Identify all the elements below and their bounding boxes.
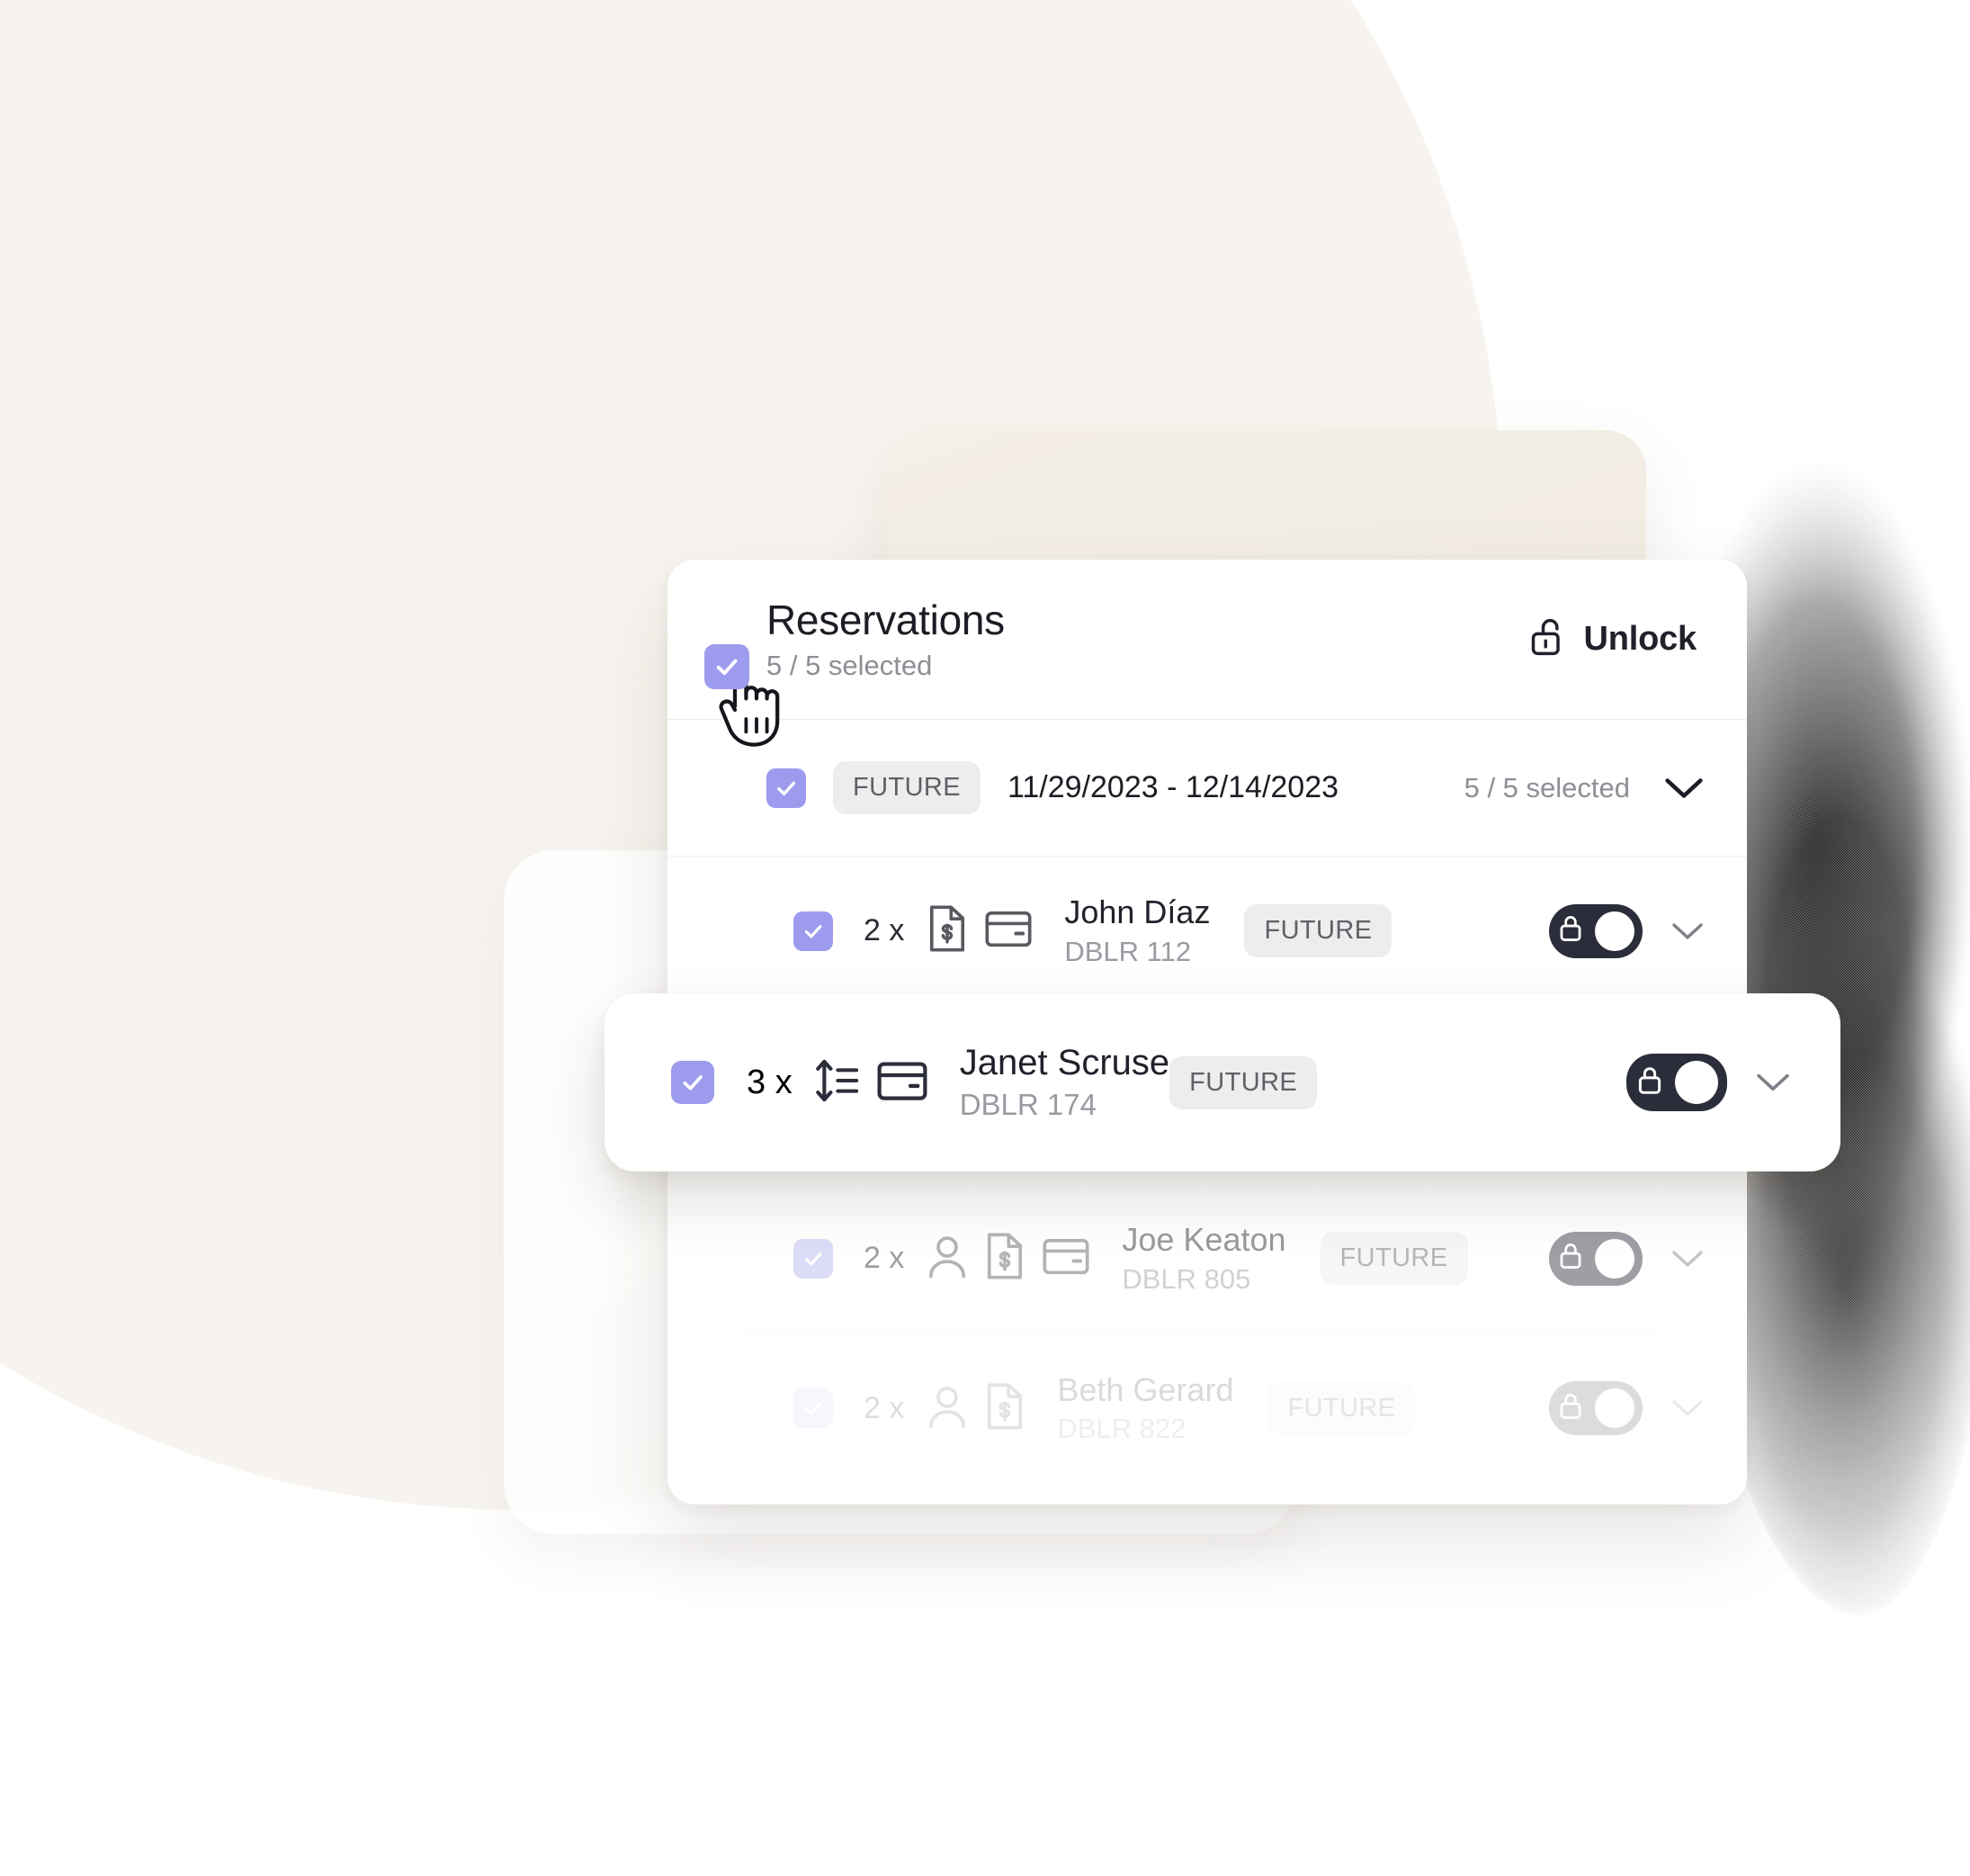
row-chevron-down-icon[interactable] bbox=[1756, 1072, 1790, 1093]
guest-block: Janet Scruse DBLR 174 bbox=[960, 1042, 1169, 1123]
group-right-block: 5 / 5 selected bbox=[1464, 772, 1704, 804]
row-status-badge: FUTURE bbox=[1267, 1381, 1416, 1435]
row-checkbox[interactable] bbox=[793, 1388, 833, 1428]
lock-closed-icon bbox=[1557, 913, 1584, 948]
group-status-badge: FUTURE bbox=[833, 761, 981, 814]
person-icon bbox=[926, 1233, 969, 1284]
unlock-button[interactable]: Unlock bbox=[1528, 615, 1697, 663]
row-chevron-down-icon[interactable] bbox=[1671, 1249, 1704, 1269]
lock-closed-icon bbox=[1557, 1391, 1584, 1426]
row-chevron-down-icon[interactable] bbox=[1671, 921, 1704, 941]
row-quantity: 2 x bbox=[864, 913, 905, 947]
row-status-badge: FUTURE bbox=[1320, 1232, 1468, 1285]
invoice-dollar-icon bbox=[926, 903, 969, 958]
guest-name: John Díaz bbox=[1064, 893, 1211, 931]
guest-name: Beth Gerard bbox=[1057, 1370, 1234, 1408]
table-row[interactable]: 2 x Beth Gerard DBLR 822 FUTURE bbox=[667, 1333, 1747, 1483]
row-quantity: 2 x bbox=[864, 1390, 905, 1425]
credit-card-icon bbox=[875, 1057, 929, 1109]
guest-room: DBLR 822 bbox=[1057, 1413, 1186, 1445]
lock-toggle[interactable] bbox=[1626, 1054, 1727, 1111]
select-all-checkbox[interactable] bbox=[704, 644, 749, 689]
group-header-row[interactable]: FUTURE 11/29/2023 - 12/14/2023 5 / 5 sel… bbox=[667, 720, 1747, 857]
lock-closed-icon bbox=[1635, 1064, 1664, 1101]
row-right-block bbox=[1549, 1381, 1704, 1435]
row-right-block bbox=[1549, 1231, 1704, 1286]
group-date-range: 11/29/2023 - 12/14/2023 bbox=[1007, 770, 1339, 804]
invoice-dollar-icon bbox=[983, 1381, 1026, 1436]
row-right-block bbox=[1626, 1054, 1790, 1111]
row-checkbox[interactable] bbox=[793, 1238, 833, 1279]
row-checkbox[interactable] bbox=[793, 911, 833, 951]
highlighted-reservation-row[interactable]: 3 x Janet Scruse DBLR 174 FUTURE bbox=[604, 993, 1840, 1171]
toggle-knob bbox=[1595, 911, 1634, 951]
group-chevron-down-icon[interactable] bbox=[1664, 776, 1704, 800]
toggle-knob bbox=[1595, 1388, 1634, 1428]
toggle-knob bbox=[1595, 1238, 1634, 1279]
invoice-dollar-icon bbox=[983, 1231, 1026, 1286]
guest-room: DBLR 174 bbox=[959, 1088, 1097, 1122]
unlock-label: Unlock bbox=[1583, 620, 1697, 658]
credit-card-icon bbox=[1041, 1234, 1091, 1282]
row-quantity: 2 x bbox=[864, 1241, 905, 1275]
sort-lines-icon bbox=[814, 1055, 861, 1110]
toggle-knob bbox=[1675, 1061, 1718, 1104]
row-checkbox[interactable] bbox=[671, 1061, 714, 1104]
credit-card-icon bbox=[983, 907, 1034, 955]
table-row[interactable]: 2 x Joe Keaton DBLR 805 FUTURE bbox=[667, 1184, 1747, 1333]
row-icon-group bbox=[926, 903, 1034, 958]
guest-name: Janet Scruse bbox=[959, 1043, 1170, 1083]
group-selected-count: 5 / 5 selected bbox=[1464, 771, 1630, 803]
person-icon bbox=[926, 1383, 969, 1434]
row-icon-group bbox=[926, 1231, 1091, 1286]
guest-name: Joe Keaton bbox=[1122, 1221, 1286, 1259]
guest-block: John Díaz DBLR 112 bbox=[1064, 893, 1210, 968]
lock-closed-icon bbox=[1557, 1241, 1584, 1276]
row-quantity: 3 x bbox=[747, 1063, 792, 1101]
unlock-icon bbox=[1528, 615, 1568, 663]
table-row[interactable]: 2 x John Díaz DBLR 112 FUTURE bbox=[667, 857, 1747, 1006]
row-chevron-down-icon[interactable] bbox=[1671, 1398, 1704, 1418]
row-icon-group bbox=[926, 1381, 1026, 1436]
card-header: Reservations 5 / 5 selected Unlock bbox=[667, 560, 1747, 720]
row-icon-group bbox=[814, 1055, 929, 1110]
row-right-block bbox=[1549, 903, 1704, 958]
guest-room: DBLR 112 bbox=[1064, 935, 1192, 967]
header-text-block: Reservations 5 / 5 selected bbox=[766, 597, 1005, 681]
lock-toggle[interactable] bbox=[1549, 1381, 1643, 1435]
row-status-badge: FUTURE bbox=[1244, 904, 1392, 957]
row-status-badge: FUTURE bbox=[1169, 1055, 1318, 1109]
header-selected-count: 5 / 5 selected bbox=[766, 649, 933, 681]
guest-room: DBLR 805 bbox=[1122, 1262, 1251, 1295]
page-title: Reservations bbox=[766, 597, 1005, 644]
lock-toggle[interactable] bbox=[1549, 903, 1643, 958]
guest-block: Beth Gerard DBLR 822 bbox=[1057, 1371, 1233, 1446]
lock-toggle[interactable] bbox=[1549, 1231, 1643, 1286]
group-checkbox[interactable] bbox=[766, 767, 806, 808]
guest-block: Joe Keaton DBLR 805 bbox=[1122, 1221, 1285, 1296]
